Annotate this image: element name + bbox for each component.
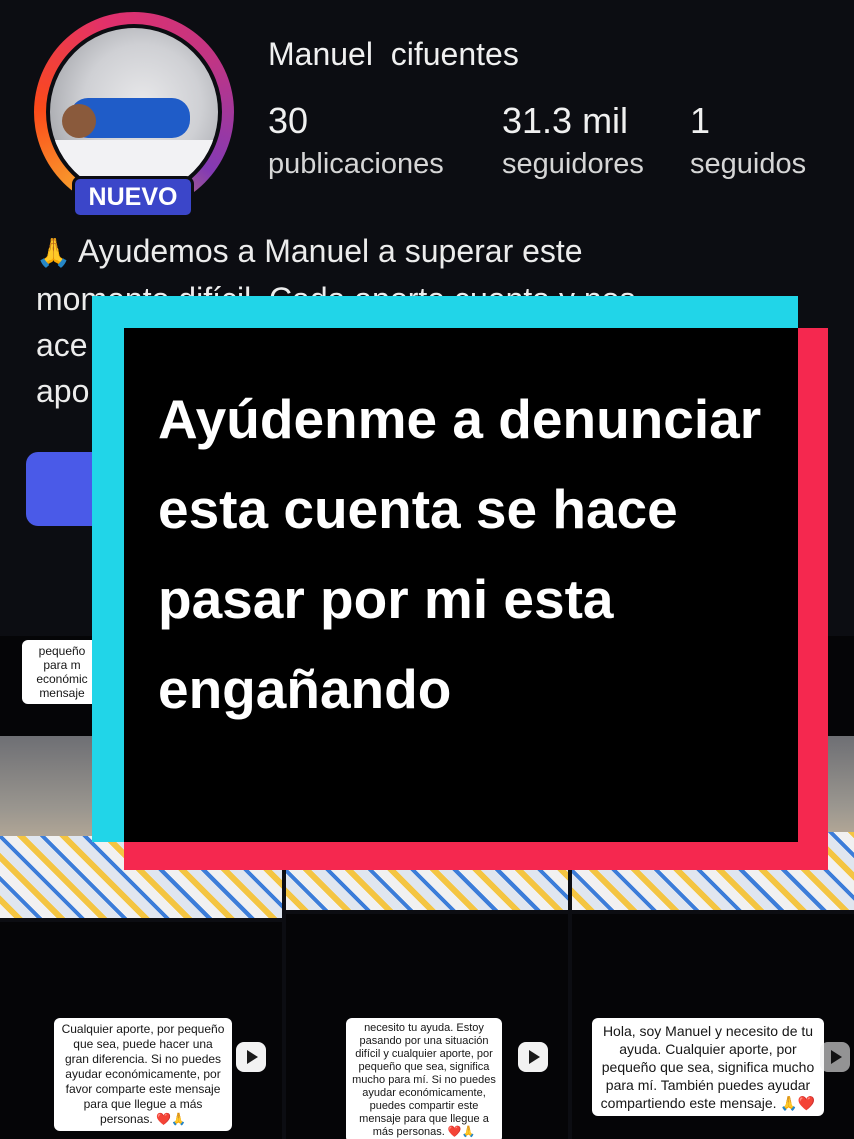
reel-icon bbox=[236, 1042, 266, 1072]
pray-hands-icon: 🙏 bbox=[36, 237, 71, 268]
bio-line: Ayudemos a Manuel a superar este bbox=[78, 233, 583, 269]
avatar-head bbox=[62, 104, 96, 138]
stat-posts-count[interactable]: 30 bbox=[268, 100, 308, 142]
stat-followers-count[interactable]: 31.3 mil bbox=[502, 100, 628, 142]
overlay-warning-text: Ayúdenme a denunciar esta cuenta se hace… bbox=[158, 388, 762, 720]
reel-icon bbox=[820, 1042, 850, 1072]
reel-icon bbox=[518, 1042, 548, 1072]
stat-followers-label[interactable]: seguidores bbox=[502, 148, 644, 181]
post-tile[interactable] bbox=[286, 914, 568, 1018]
stat-following-count[interactable]: 1 bbox=[690, 100, 710, 142]
post-tile[interactable]: Hola, soy Manuel y necesito de tu ayuda.… bbox=[572, 1018, 854, 1139]
profile-avatar[interactable] bbox=[46, 24, 222, 200]
stat-posts-label[interactable]: publicaciones bbox=[268, 148, 444, 181]
new-badge: NUEVO bbox=[72, 176, 194, 218]
post-caption: Hola, soy Manuel y necesito de tu ayuda.… bbox=[592, 1018, 824, 1116]
post-tile[interactable]: necesito tu ayuda. Estoy pasando por una… bbox=[286, 1018, 568, 1139]
post-caption: necesito tu ayuda. Estoy pasando por una… bbox=[346, 1018, 502, 1139]
stat-following-label[interactable]: seguidos bbox=[690, 148, 806, 181]
post-tile[interactable] bbox=[0, 922, 282, 1018]
post-caption: Cualquier aporte, por pequeño que sea, p… bbox=[54, 1018, 232, 1131]
post-tile[interactable]: Cualquier aporte, por pequeño que sea, p… bbox=[0, 1018, 282, 1139]
post-tile[interactable] bbox=[572, 914, 854, 1018]
post-caption: pequeño para m económic mensaje bbox=[22, 640, 102, 704]
profile-username: Manuel cifuentes bbox=[268, 36, 519, 72]
